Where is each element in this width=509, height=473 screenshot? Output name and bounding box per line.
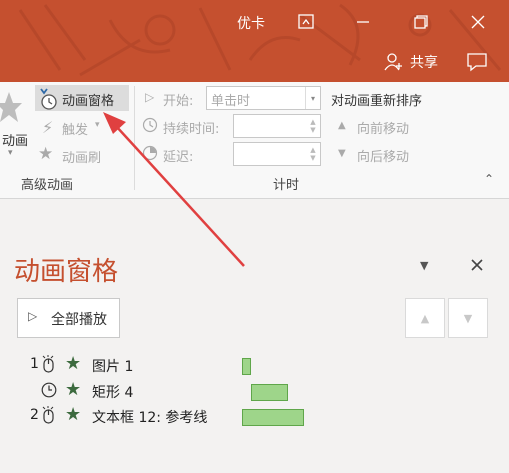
- item-name: 文本框 12: 参考线: [92, 410, 208, 426]
- timeline-bar[interactable]: [251, 384, 289, 401]
- reorder-title: 对动画重新排序: [331, 94, 423, 109]
- ribbon: 动画 ▾ 动画窗格 ⚡ 触发 ▾ ★ 动画刷 高级动画 ▷ 开始: 单击时 ▾ …: [0, 82, 509, 199]
- animation-pane: 动画窗格 ▼ ▷ 全部播放 ▲ ▼ 1 ★ 图片 1 ★ 矩形 4 2 ★ 文本…: [0, 199, 509, 473]
- delay-spinner[interactable]: ▲ ▼: [306, 143, 320, 165]
- move-later-button[interactable]: 向后移动: [357, 146, 409, 165]
- animation-item[interactable]: 1 ★ 图片 1: [0, 353, 509, 378]
- minimize-icon[interactable]: [351, 12, 375, 32]
- duration-clock-icon: [142, 117, 158, 133]
- close-icon[interactable]: [466, 12, 490, 32]
- play-icon: ▷: [28, 309, 38, 323]
- trigger-button[interactable]: 触发: [62, 119, 88, 138]
- person-add-icon: [384, 53, 402, 71]
- start-label: 开始:: [163, 94, 194, 109]
- animation-pane-button[interactable]: 动画窗格: [62, 90, 114, 109]
- effect-star-icon: ★: [65, 404, 82, 425]
- window-title: 优卡: [237, 16, 265, 32]
- move-later-icon: ▼: [338, 148, 346, 159]
- delay-label: 延迟:: [163, 150, 194, 165]
- mouse-click-icon: [42, 355, 54, 373]
- restore-icon[interactable]: [408, 12, 432, 32]
- add-animation-dropdown-icon[interactable]: ▾: [8, 148, 13, 158]
- timeline-bar[interactable]: [242, 358, 252, 375]
- item-number: 2: [30, 407, 39, 423]
- move-down-icon: ▼: [463, 311, 473, 325]
- move-up-icon: ▲: [420, 311, 430, 325]
- play-all-button[interactable]: ▷ 全部播放: [17, 298, 120, 338]
- item-name: 图片 1: [92, 359, 134, 375]
- trigger-icon: ⚡: [42, 118, 54, 137]
- animation-pane-icon: [40, 88, 57, 110]
- ribbon-display-icon[interactable]: [294, 12, 318, 32]
- animation-painter-icon: ★: [38, 144, 54, 164]
- timeline-bar[interactable]: [242, 409, 304, 426]
- share-label: 共享: [410, 55, 438, 71]
- animation-painter-button[interactable]: 动画刷: [62, 147, 101, 166]
- duration-input[interactable]: ▲ ▼: [233, 114, 321, 138]
- item-number: 1: [30, 356, 39, 372]
- animation-item[interactable]: 2 ★ 文本框 12: 参考线: [0, 404, 509, 429]
- group-separator: [134, 86, 135, 190]
- duration-label: 持续时间:: [163, 122, 220, 137]
- start-icon: ▷: [145, 90, 155, 104]
- move-earlier-icon: ▲: [338, 120, 346, 131]
- title-bar: 优卡 共享: [0, 0, 509, 82]
- item-name: 矩形 4: [92, 385, 134, 401]
- add-animation-star-icon: [0, 92, 22, 122]
- pane-close-icon[interactable]: [470, 258, 484, 272]
- animation-item[interactable]: ★ 矩形 4: [0, 379, 509, 404]
- delay-input[interactable]: ▲ ▼: [233, 142, 321, 166]
- comment-icon[interactable]: [466, 52, 488, 72]
- advanced-animation-group-label: 高级动画: [21, 178, 74, 193]
- pane-options-icon[interactable]: ▼: [420, 259, 428, 272]
- timing-group-label: 计时: [273, 178, 300, 193]
- trigger-dropdown-icon[interactable]: ▾: [95, 120, 100, 130]
- effect-star-icon: ★: [65, 353, 82, 374]
- play-all-label: 全部播放: [51, 312, 107, 328]
- effect-star-icon: ★: [65, 379, 82, 400]
- start-select-value: 单击时: [211, 94, 251, 109]
- share-button[interactable]: 共享: [384, 52, 438, 72]
- start-dropdown-icon[interactable]: ▾: [305, 87, 320, 109]
- collapse-ribbon-icon[interactable]: ⌃: [484, 172, 494, 186]
- start-select[interactable]: 单击时 ▾: [206, 86, 321, 110]
- pane-title: 动画窗格: [14, 257, 119, 287]
- move-up-button[interactable]: ▲: [405, 298, 445, 338]
- after-previous-clock-icon: [41, 382, 57, 398]
- move-earlier-button[interactable]: 向前移动: [357, 118, 409, 137]
- add-animation-label[interactable]: 动画: [2, 130, 28, 149]
- delay-clock-icon: [142, 145, 158, 161]
- duration-spinner[interactable]: ▲ ▼: [306, 115, 320, 137]
- mouse-click-icon: [42, 406, 54, 424]
- move-down-button[interactable]: ▼: [448, 298, 488, 338]
